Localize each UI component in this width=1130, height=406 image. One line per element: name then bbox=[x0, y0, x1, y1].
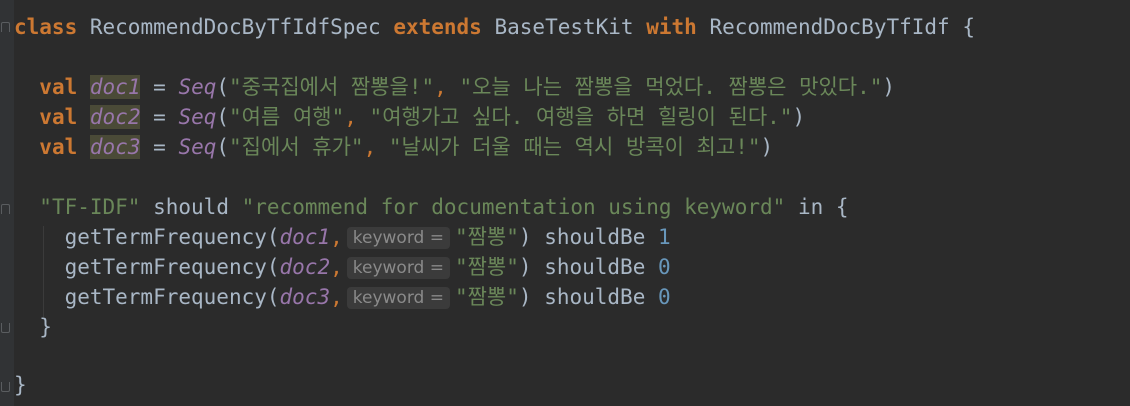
string-literal: "짬뽕" bbox=[454, 255, 519, 279]
code-editor[interactable]: class RecommendDocByTfIdfSpec extends Ba… bbox=[0, 0, 1130, 406]
open-paren: ( bbox=[216, 105, 230, 129]
close-brace: } bbox=[14, 373, 27, 397]
keyword-extends: extends bbox=[393, 15, 482, 39]
comma: , bbox=[330, 255, 343, 279]
code-line-class-declaration[interactable]: class RecommendDocByTfIdfSpec extends Ba… bbox=[14, 12, 975, 42]
equals: = bbox=[153, 75, 166, 99]
comma: , bbox=[434, 75, 460, 99]
code-line-val-doc2[interactable]: val doc2 = Seq("여름 여행", "여행가고 싶다. 여행을 하면… bbox=[14, 102, 805, 132]
expected-value: 0 bbox=[658, 255, 671, 279]
seq-function: Seq bbox=[178, 75, 217, 99]
expected-value: 1 bbox=[658, 225, 671, 249]
variable-name: doc3 bbox=[89, 135, 141, 159]
code-line-spec[interactable]: "TF-IDF" should "recommend for documenta… bbox=[14, 192, 849, 222]
function-call: getTermFrequency( bbox=[64, 255, 280, 279]
seq-function: Seq bbox=[178, 135, 217, 159]
code-line-assert-doc3[interactable]: getTermFrequency(doc3, keyword = "짬뽕") sho… bbox=[14, 282, 671, 312]
comma: , bbox=[363, 135, 389, 159]
fold-open-icon[interactable] bbox=[1, 204, 10, 214]
open-brace: { bbox=[835, 195, 849, 219]
argument: doc1 bbox=[279, 225, 331, 249]
keyword-val: val bbox=[39, 75, 78, 99]
seq-function: Seq bbox=[178, 105, 217, 129]
comma: , bbox=[344, 105, 370, 129]
argument: doc2 bbox=[279, 255, 331, 279]
parameter-hint: keyword = bbox=[346, 287, 450, 309]
string-literal: "집에서 휴가" bbox=[229, 135, 364, 159]
close-paren: ) bbox=[792, 105, 806, 129]
close-paren: ) bbox=[760, 135, 774, 159]
class-name: RecommendDocByTfIdfSpec bbox=[89, 15, 381, 39]
parameter-hint: keyword = bbox=[346, 227, 450, 249]
variable-name: doc1 bbox=[89, 75, 141, 99]
code-line-assert-doc2[interactable]: getTermFrequency(doc2, keyword = "짬뽕") sho… bbox=[14, 252, 671, 282]
close-paren: ) bbox=[518, 255, 532, 279]
close-paren: ) bbox=[518, 225, 532, 249]
spec-title: "TF-IDF" bbox=[39, 195, 141, 219]
comma: , bbox=[330, 285, 343, 309]
keyword-val: val bbox=[39, 135, 78, 159]
trait-name: RecommendDocByTfIdf bbox=[709, 15, 950, 39]
string-literal: "날씨가 더울 때는 역시 방콕이 최고!" bbox=[388, 135, 761, 159]
spec-description: "recommend for documentation using keywo… bbox=[241, 195, 786, 219]
editor-gutter bbox=[0, 0, 14, 406]
keyword-class: class bbox=[14, 15, 78, 39]
code-line-assert-doc1[interactable]: getTermFrequency(doc1, keyword = "짬뽕") sho… bbox=[14, 222, 671, 252]
matcher: shouldBe bbox=[544, 255, 646, 279]
variable-name: doc2 bbox=[89, 105, 141, 129]
code-line-val-doc1[interactable]: val doc1 = Seq("중국집에서 짬뽕을!", "오늘 나는 짬뽕을 … bbox=[14, 72, 895, 102]
should-keyword: should bbox=[153, 195, 229, 219]
open-paren: ( bbox=[216, 135, 230, 159]
parent-class: BaseTestKit bbox=[494, 15, 634, 39]
matcher: shouldBe bbox=[544, 225, 646, 249]
comma: , bbox=[330, 225, 343, 249]
equals: = bbox=[153, 135, 166, 159]
function-call: getTermFrequency( bbox=[64, 225, 280, 249]
matcher: shouldBe bbox=[544, 285, 646, 309]
close-paren: ) bbox=[882, 75, 896, 99]
in-keyword: in bbox=[797, 195, 824, 219]
string-literal: "중국집에서 짬뽕을!" bbox=[229, 75, 435, 99]
fold-open-icon[interactable] bbox=[1, 22, 10, 32]
open-paren: ( bbox=[216, 75, 230, 99]
equals: = bbox=[153, 105, 166, 129]
code-line-val-doc3[interactable]: val doc3 = Seq("집에서 휴가", "날씨가 더울 때는 역시 방… bbox=[14, 132, 773, 162]
keyword-val: val bbox=[39, 105, 78, 129]
open-brace: { bbox=[962, 15, 975, 39]
function-call: getTermFrequency( bbox=[64, 285, 280, 309]
expected-value: 0 bbox=[658, 285, 671, 309]
code-line-inner-close[interactable]: } bbox=[14, 312, 52, 342]
fold-close-icon[interactable] bbox=[1, 323, 10, 333]
parameter-hint: keyword = bbox=[346, 257, 450, 279]
string-literal: "여름 여행" bbox=[229, 105, 345, 129]
argument: doc3 bbox=[279, 285, 331, 309]
string-literal: "짬뽕" bbox=[454, 225, 519, 249]
string-literal: "오늘 나는 짬뽕을 먹었다. 짬뽕은 맛있다." bbox=[459, 75, 883, 99]
close-paren: ) bbox=[518, 285, 532, 309]
string-literal: "짬뽕" bbox=[454, 285, 519, 309]
fold-close-icon[interactable] bbox=[1, 382, 10, 392]
code-line-outer-close[interactable]: } bbox=[14, 370, 27, 400]
string-literal: "여행가고 싶다. 여행을 하면 힐링이 된다." bbox=[369, 105, 793, 129]
close-brace: } bbox=[39, 315, 52, 339]
keyword-with: with bbox=[646, 15, 697, 39]
